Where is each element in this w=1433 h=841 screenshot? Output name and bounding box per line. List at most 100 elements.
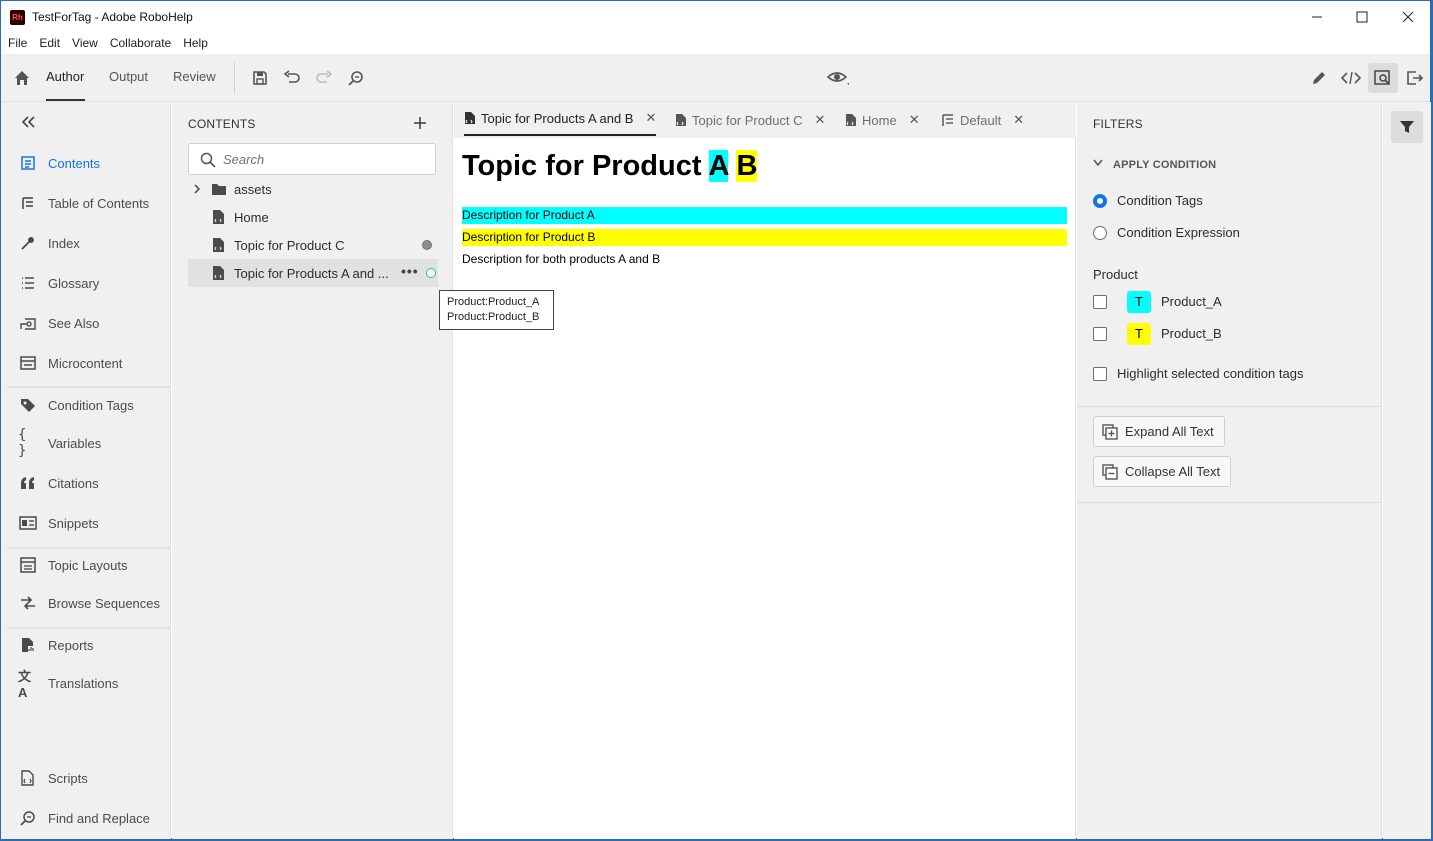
maximize-button[interactable]: [1339, 1, 1385, 33]
nav-snippets[interactable]: Snippets: [1, 505, 170, 541]
nav-glossary[interactable]: Glossary: [1, 265, 170, 301]
undo-button[interactable]: [281, 67, 303, 89]
menu-collaborate[interactable]: Collaborate: [110, 33, 171, 54]
filters-toggle-button[interactable]: [1391, 111, 1423, 143]
expand-all-text-button[interactable]: Expand All Text: [1093, 416, 1225, 447]
redo-button[interactable]: [313, 67, 335, 89]
tab-author[interactable]: Author: [46, 69, 84, 84]
filters-divider: [1077, 406, 1382, 407]
close-tab-icon[interactable]: ✕: [909, 112, 920, 128]
nav-table-of-contents[interactable]: Table of Contents: [1, 185, 170, 221]
close-window-button[interactable]: [1385, 1, 1431, 33]
tag-label-product-a: Product_A: [1161, 294, 1222, 309]
checkbox-product-a[interactable]: [1093, 295, 1107, 309]
snippet-icon: [18, 513, 38, 533]
publish-button[interactable]: [1404, 67, 1426, 89]
paragraph-product-a[interactable]: Description for Product A: [462, 207, 1067, 224]
nav-citations[interactable]: Citations: [1, 465, 170, 501]
export-icon: [1407, 71, 1424, 85]
radio-condition-expression-label[interactable]: Condition Expression: [1117, 225, 1240, 240]
tab-topic-product-c[interactable]: Topic for Product C ✕: [675, 102, 825, 138]
tooltip-line: Product:Product_B: [447, 311, 540, 323]
preview-toggle-button[interactable]: [827, 67, 849, 89]
save-button[interactable]: [249, 67, 271, 89]
tab-home[interactable]: Home ✕: [845, 102, 920, 138]
nav-see-also[interactable]: See Also: [1, 305, 170, 341]
menu-help[interactable]: Help: [183, 33, 208, 54]
nav-label: Scripts: [48, 770, 88, 786]
nav-contents[interactable]: Contents: [1, 145, 170, 181]
nav-microcontent[interactable]: Microcontent: [1, 345, 170, 381]
nav-reports[interactable]: Reports: [1, 627, 170, 663]
nav-find-and-replace[interactable]: Find and Replace: [1, 800, 170, 836]
tree-item-topic-ab[interactable]: Topic for Products A and ... •••: [188, 259, 438, 287]
checkbox-product-b[interactable]: [1093, 327, 1107, 341]
nav-browse-sequences[interactable]: Browse Sequences: [1, 585, 170, 621]
nav-label: Topic Layouts: [48, 557, 128, 573]
topic-file-icon: [211, 209, 227, 225]
add-content-button[interactable]: [409, 112, 431, 134]
see-also-icon: [18, 313, 38, 333]
radio-condition-tags-label[interactable]: Condition Tags: [1117, 193, 1203, 208]
preview-pane-button[interactable]: [1368, 63, 1398, 93]
source-view-button[interactable]: [1340, 67, 1362, 89]
contents-search[interactable]: [188, 143, 436, 175]
heading-conditional-b: B: [736, 150, 758, 182]
heading-text: Topic for Product: [462, 150, 709, 182]
pencil-icon: [1313, 72, 1325, 84]
undo-icon: [283, 70, 300, 83]
nav-index[interactable]: Index: [1, 225, 170, 261]
search-input[interactable]: [223, 150, 423, 168]
apply-condition-header[interactable]: APPLY CONDITION: [1113, 159, 1216, 171]
tab-topic-products-ab[interactable]: Topic for Products A and B ✕: [464, 102, 657, 136]
nav-variables[interactable]: { } Variables: [1, 425, 170, 461]
collapse-panel-button[interactable]: [17, 111, 39, 133]
radio-condition-tags[interactable]: [1093, 194, 1107, 208]
menu-edit[interactable]: Edit: [39, 33, 60, 54]
minimize-button[interactable]: [1294, 1, 1340, 33]
tab-label: Default: [960, 112, 1002, 128]
nav-label: Microcontent: [48, 355, 123, 371]
filter-icon: [1400, 121, 1414, 133]
contents-panel: CONTENTS assets Home Topic for Product C…: [172, 102, 453, 839]
highlight-tags-label[interactable]: Highlight selected condition tags: [1117, 366, 1303, 381]
find-replace-toolbar-button[interactable]: [345, 67, 367, 89]
close-tab-icon[interactable]: ✕: [645, 110, 656, 126]
paragraph-both-products[interactable]: Description for both products A and B: [462, 251, 1067, 268]
more-options-icon[interactable]: •••: [401, 263, 419, 279]
tab-default[interactable]: Default ✕: [941, 102, 1024, 138]
translate-icon: 文A: [18, 669, 32, 700]
tree-item-assets[interactable]: assets: [188, 175, 438, 203]
tree-item-home[interactable]: Home: [188, 203, 438, 231]
chevron-down-icon: [1093, 159, 1103, 167]
status-indicator-green: [426, 268, 436, 278]
menu-view[interactable]: View: [72, 33, 98, 54]
tab-output[interactable]: Output: [109, 69, 148, 84]
edit-mode-button[interactable]: [1308, 67, 1330, 89]
document-tab-bar: Topic for Products A and B ✕ Topic for P…: [454, 102, 1076, 138]
nav-scripts[interactable]: Scripts: [1, 760, 170, 796]
nav-translations[interactable]: 文A Translations: [1, 665, 170, 701]
nav-condition-tags[interactable]: Condition Tags: [1, 387, 170, 423]
home-button[interactable]: [11, 67, 33, 89]
topic-heading[interactable]: Topic for Product A B: [462, 150, 758, 183]
collapse-all-text-button[interactable]: Collapse All Text: [1093, 456, 1232, 487]
nav-label: Citations: [48, 475, 99, 491]
radio-condition-expression[interactable]: [1093, 226, 1107, 240]
menu-file[interactable]: File: [8, 33, 27, 54]
checkbox-highlight-tags[interactable]: [1093, 367, 1107, 381]
tab-label: Topic for Product C: [692, 112, 803, 128]
topic-file-icon: [676, 114, 686, 126]
tree-item-topic-c[interactable]: Topic for Product C: [188, 231, 438, 259]
nav-label: Condition Tags: [48, 397, 134, 413]
topic-file-icon: [211, 237, 227, 253]
nav-label: Find and Replace: [48, 810, 150, 826]
tooltip-line: Product:Product_A: [447, 296, 540, 308]
close-tab-icon[interactable]: ✕: [1013, 112, 1024, 128]
reports-icon: [18, 635, 38, 655]
tab-review[interactable]: Review: [173, 69, 216, 84]
close-tab-icon[interactable]: ✕: [815, 112, 826, 128]
paragraph-product-b[interactable]: Description for Product B: [462, 229, 1067, 246]
nav-label: Contents: [48, 155, 101, 171]
nav-topic-layouts[interactable]: Topic Layouts: [1, 547, 170, 583]
